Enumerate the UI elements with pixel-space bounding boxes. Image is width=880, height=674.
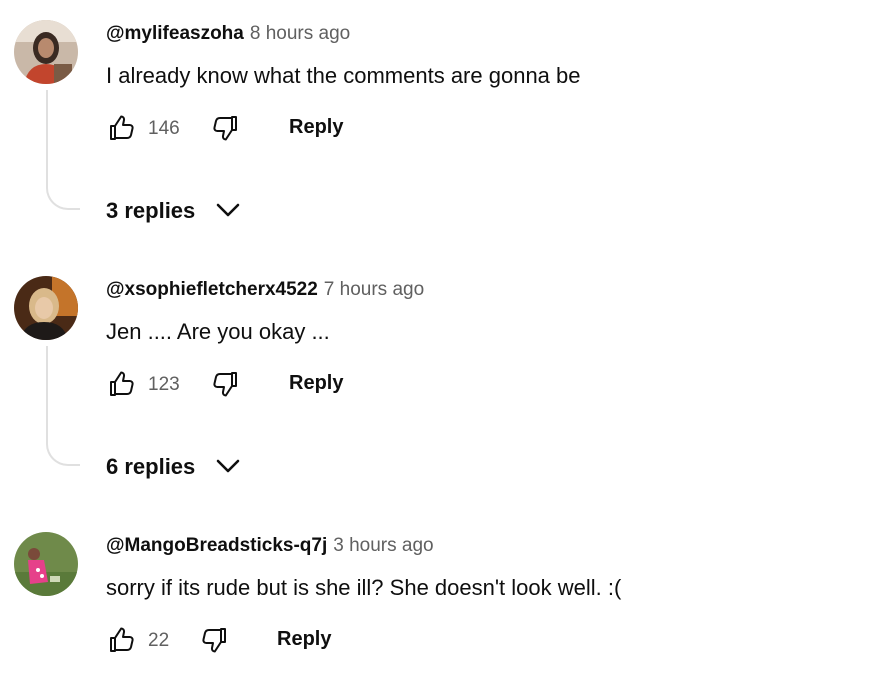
- thread-line: [46, 346, 80, 466]
- comment-meta: @xsophiefletcherx4522 7 hours ago: [106, 279, 424, 301]
- avatar-image: [14, 20, 78, 84]
- reply-button[interactable]: Reply: [289, 116, 343, 139]
- thumbs-down-icon[interactable]: [211, 368, 243, 400]
- comment-meta: @MangoBreadsticks-q7j 3 hours ago: [106, 535, 434, 557]
- avatar-image: [14, 532, 78, 596]
- comment-text: sorry if its rude but is she ill? She do…: [106, 575, 622, 600]
- like-count: 22: [148, 630, 170, 651]
- avatar-image: [14, 276, 78, 340]
- avatar[interactable]: [14, 276, 78, 340]
- thread-line: [46, 90, 80, 210]
- avatar[interactable]: [14, 532, 78, 596]
- chevron-down-icon: [217, 459, 240, 473]
- view-replies-button[interactable]: 6 replies: [106, 454, 241, 486]
- timestamp[interactable]: 7 hours ago: [324, 279, 424, 300]
- comment-actions: 146 Reply: [104, 112, 504, 148]
- avatar[interactable]: [14, 20, 78, 84]
- comment-text: I already know what the comments are gon…: [106, 63, 581, 88]
- author-handle[interactable]: @xsophiefletcherx4522: [106, 279, 318, 300]
- comment-text: Jen .... Are you okay ...: [106, 319, 330, 344]
- thumbs-up-icon[interactable]: [104, 368, 136, 400]
- comment-actions: 22 Reply: [104, 624, 504, 660]
- thumbs-up-icon[interactable]: [104, 624, 136, 656]
- comment-actions: 123 Reply: [104, 368, 504, 404]
- like-count: 146: [148, 118, 180, 139]
- author-handle[interactable]: @mylifeaszoha: [106, 23, 244, 44]
- timestamp[interactable]: 3 hours ago: [333, 535, 433, 556]
- like-count: 123: [148, 374, 180, 395]
- view-replies-button[interactable]: 3 replies: [106, 198, 241, 230]
- replies-count-label: 3 replies: [106, 198, 196, 223]
- replies-count-label: 6 replies: [106, 454, 196, 479]
- timestamp[interactable]: 8 hours ago: [250, 23, 350, 44]
- thumbs-up-icon[interactable]: [104, 112, 136, 144]
- chevron-down-icon: [217, 203, 240, 217]
- thumbs-down-icon[interactable]: [211, 112, 243, 144]
- author-handle[interactable]: @MangoBreadsticks-q7j: [106, 535, 327, 556]
- thumbs-down-icon[interactable]: [200, 624, 232, 656]
- reply-button[interactable]: Reply: [277, 628, 331, 651]
- reply-button[interactable]: Reply: [289, 372, 343, 395]
- comment-meta: @mylifeaszoha 8 hours ago: [106, 23, 350, 45]
